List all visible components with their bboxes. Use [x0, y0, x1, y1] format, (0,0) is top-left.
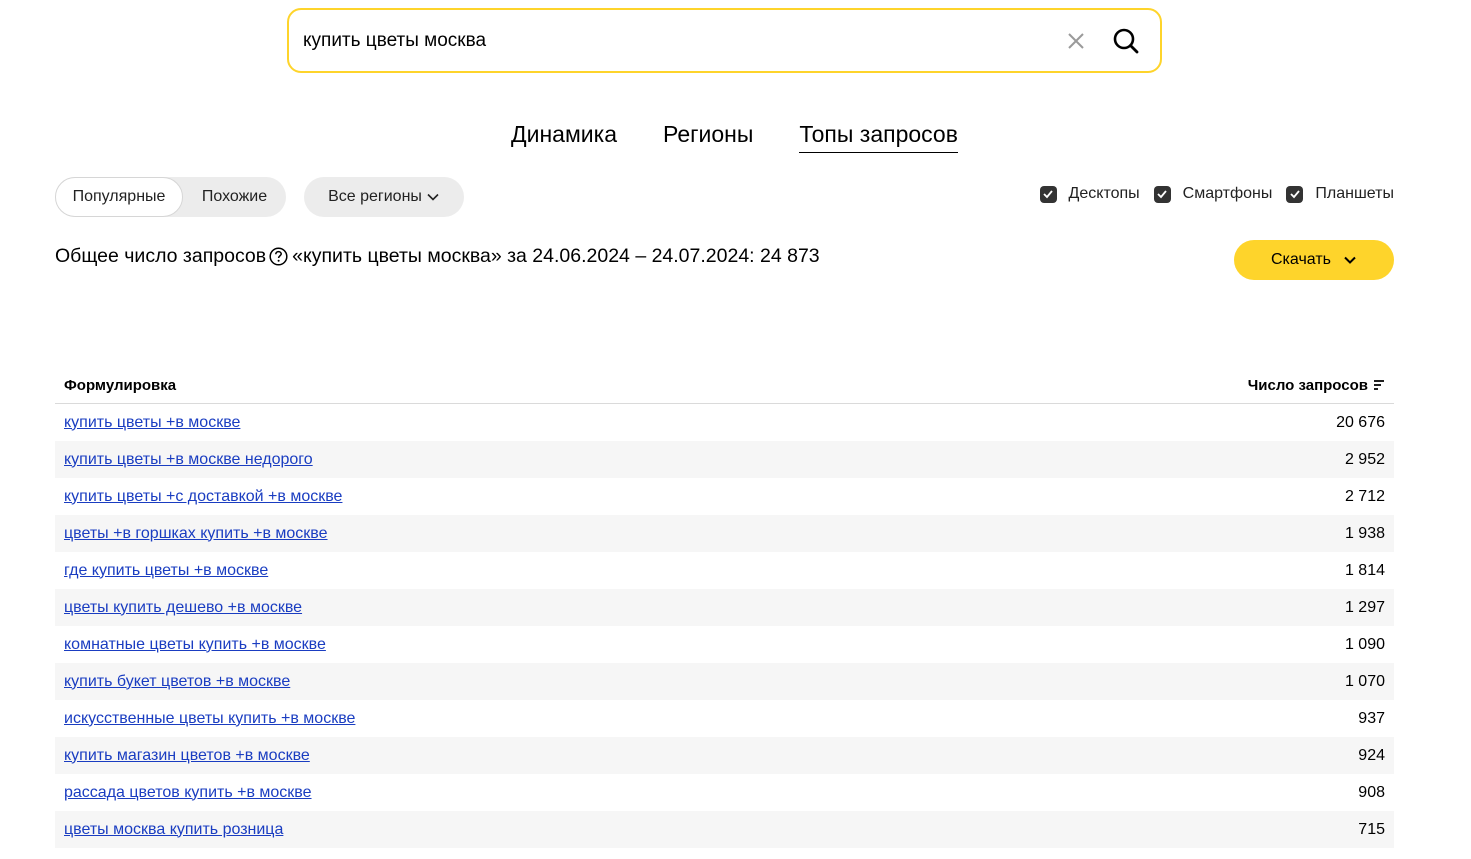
query-phrase-link[interactable]: комнатные цветы купить +в москве — [64, 636, 326, 654]
query-phrase-link[interactable]: купить цветы +в москве — [64, 414, 240, 432]
query-count: 1 938 — [1344, 524, 1385, 542]
mode-similar-button[interactable]: Похожие — [183, 177, 286, 217]
search-input[interactable] — [289, 10, 1054, 71]
query-phrase-link[interactable]: искусственные цветы купить +в москве — [64, 710, 355, 728]
table-header: Формулировка Число запросов — [55, 367, 1394, 404]
summary-prefix: Общее число запросов — [55, 245, 267, 267]
page: Динамика Регионы Топы запросов Популярны… — [0, 0, 1471, 859]
query-phrase-link[interactable]: цветы +в горшках купить +в москве — [64, 525, 328, 543]
query-count: 924 — [1358, 746, 1385, 764]
query-count: 908 — [1358, 783, 1385, 801]
checkbox-checked-icon — [1153, 185, 1171, 203]
query-phrase-link[interactable]: купить цветы +в москве недорого — [64, 451, 313, 469]
query-count: 937 — [1358, 709, 1385, 727]
table-row: цветы +в горшках купить +в москве 1 938 — [55, 515, 1394, 552]
chevron-down-icon — [1344, 256, 1356, 264]
table-row: купить цветы +в москве 20 676 — [55, 404, 1394, 441]
query-count: 2 952 — [1344, 450, 1385, 468]
column-header-count-label: Число запросов — [1247, 376, 1368, 394]
table-row: рассада цветов купить +в москве 908 — [55, 774, 1394, 811]
device-tablet-label: Планшеты — [1315, 185, 1394, 202]
device-filters: Десктопы Смартфоны Планшеты — [1039, 185, 1394, 203]
sort-icon — [1374, 380, 1384, 390]
column-header-count[interactable]: Число запросов — [1248, 377, 1385, 394]
table-row: купить цветы +с доставкой +в москве 2 712 — [55, 478, 1394, 515]
chevron-down-icon — [427, 193, 439, 201]
query-count: 1 090 — [1344, 635, 1385, 653]
device-desktop-label: Десктопы — [1068, 185, 1140, 202]
close-icon — [1068, 32, 1084, 49]
download-button[interactable]: Скачать — [1234, 240, 1394, 280]
table-row: искусственные цветы купить +в москве 937 — [55, 700, 1394, 737]
search-button[interactable] — [1104, 19, 1148, 63]
query-phrase-link[interactable]: где купить цветы +в москве — [64, 562, 268, 580]
query-phrase-link[interactable]: цветы москва купить розница — [64, 821, 283, 839]
table-row: комнатные цветы купить +в москве 1 090 — [55, 626, 1394, 663]
query-count: 715 — [1358, 820, 1385, 838]
table-row: купить магазин цветов +в москве 924 — [55, 737, 1394, 774]
query-count: 20 676 — [1336, 413, 1385, 431]
region-dropdown[interactable]: Все регионы — [304, 177, 464, 217]
summary-text: «купить цветы москва» за 24.06.2024 – 24… — [292, 245, 820, 267]
total-queries-summary: Общее число запросов «купить цветы москв… — [55, 245, 820, 268]
device-smartphone-label: Смартфоны — [1182, 185, 1273, 202]
top-queries-table: Формулировка Число запросов купить цветы… — [55, 367, 1394, 848]
report-tabs: Динамика Регионы Топы запросов — [0, 119, 1471, 153]
table-row: купить букет цветов +в москве 1 070 — [55, 663, 1394, 700]
query-phrase-link[interactable]: купить магазин цветов +в москве — [64, 747, 310, 765]
download-label: Скачать — [1271, 251, 1331, 268]
table-row: цветы купить дешево +в москве 1 297 — [55, 589, 1394, 626]
checkbox-checked-icon — [1039, 185, 1057, 203]
mode-popular-button[interactable]: Популярные — [55, 177, 183, 217]
table-row: цветы москва купить розница 715 — [55, 811, 1394, 848]
query-mode-switch: Популярные Похожие — [55, 177, 286, 217]
table-row: купить цветы +в москве недорого 2 952 — [55, 441, 1394, 478]
query-phrase-link[interactable]: купить цветы +с доставкой +в москве — [64, 488, 342, 506]
query-phrase-link[interactable]: цветы купить дешево +в москве — [64, 599, 302, 617]
query-count: 1 814 — [1344, 561, 1385, 579]
device-tablet-checkbox[interactable]: Планшеты — [1286, 185, 1394, 203]
query-count: 2 712 — [1344, 487, 1385, 505]
search-icon — [1113, 28, 1139, 53]
table-row: где купить цветы +в москве 1 814 — [55, 552, 1394, 589]
help-icon[interactable] — [269, 247, 288, 266]
device-desktop-checkbox[interactable]: Десктопы — [1039, 185, 1140, 203]
query-count: 1 070 — [1344, 672, 1385, 690]
tab-top-queries[interactable]: Топы запросов — [799, 119, 958, 153]
checkbox-checked-icon — [1286, 185, 1304, 203]
search-box — [287, 8, 1162, 73]
tab-dynamics[interactable]: Динамика — [511, 119, 617, 153]
query-phrase-link[interactable]: купить букет цветов +в москве — [64, 673, 290, 691]
tab-regions[interactable]: Регионы — [663, 119, 753, 153]
region-dropdown-label: Все регионы — [328, 188, 422, 205]
table-body: купить цветы +в москве 20 676 купить цветы… — [55, 404, 1394, 848]
query-count: 1 297 — [1344, 598, 1385, 616]
clear-search-button[interactable] — [1054, 19, 1098, 63]
query-phrase-link[interactable]: рассада цветов купить +в москве — [64, 784, 312, 802]
column-header-phrase: Формулировка — [64, 376, 177, 394]
device-smartphone-checkbox[interactable]: Смартфоны — [1153, 185, 1273, 203]
